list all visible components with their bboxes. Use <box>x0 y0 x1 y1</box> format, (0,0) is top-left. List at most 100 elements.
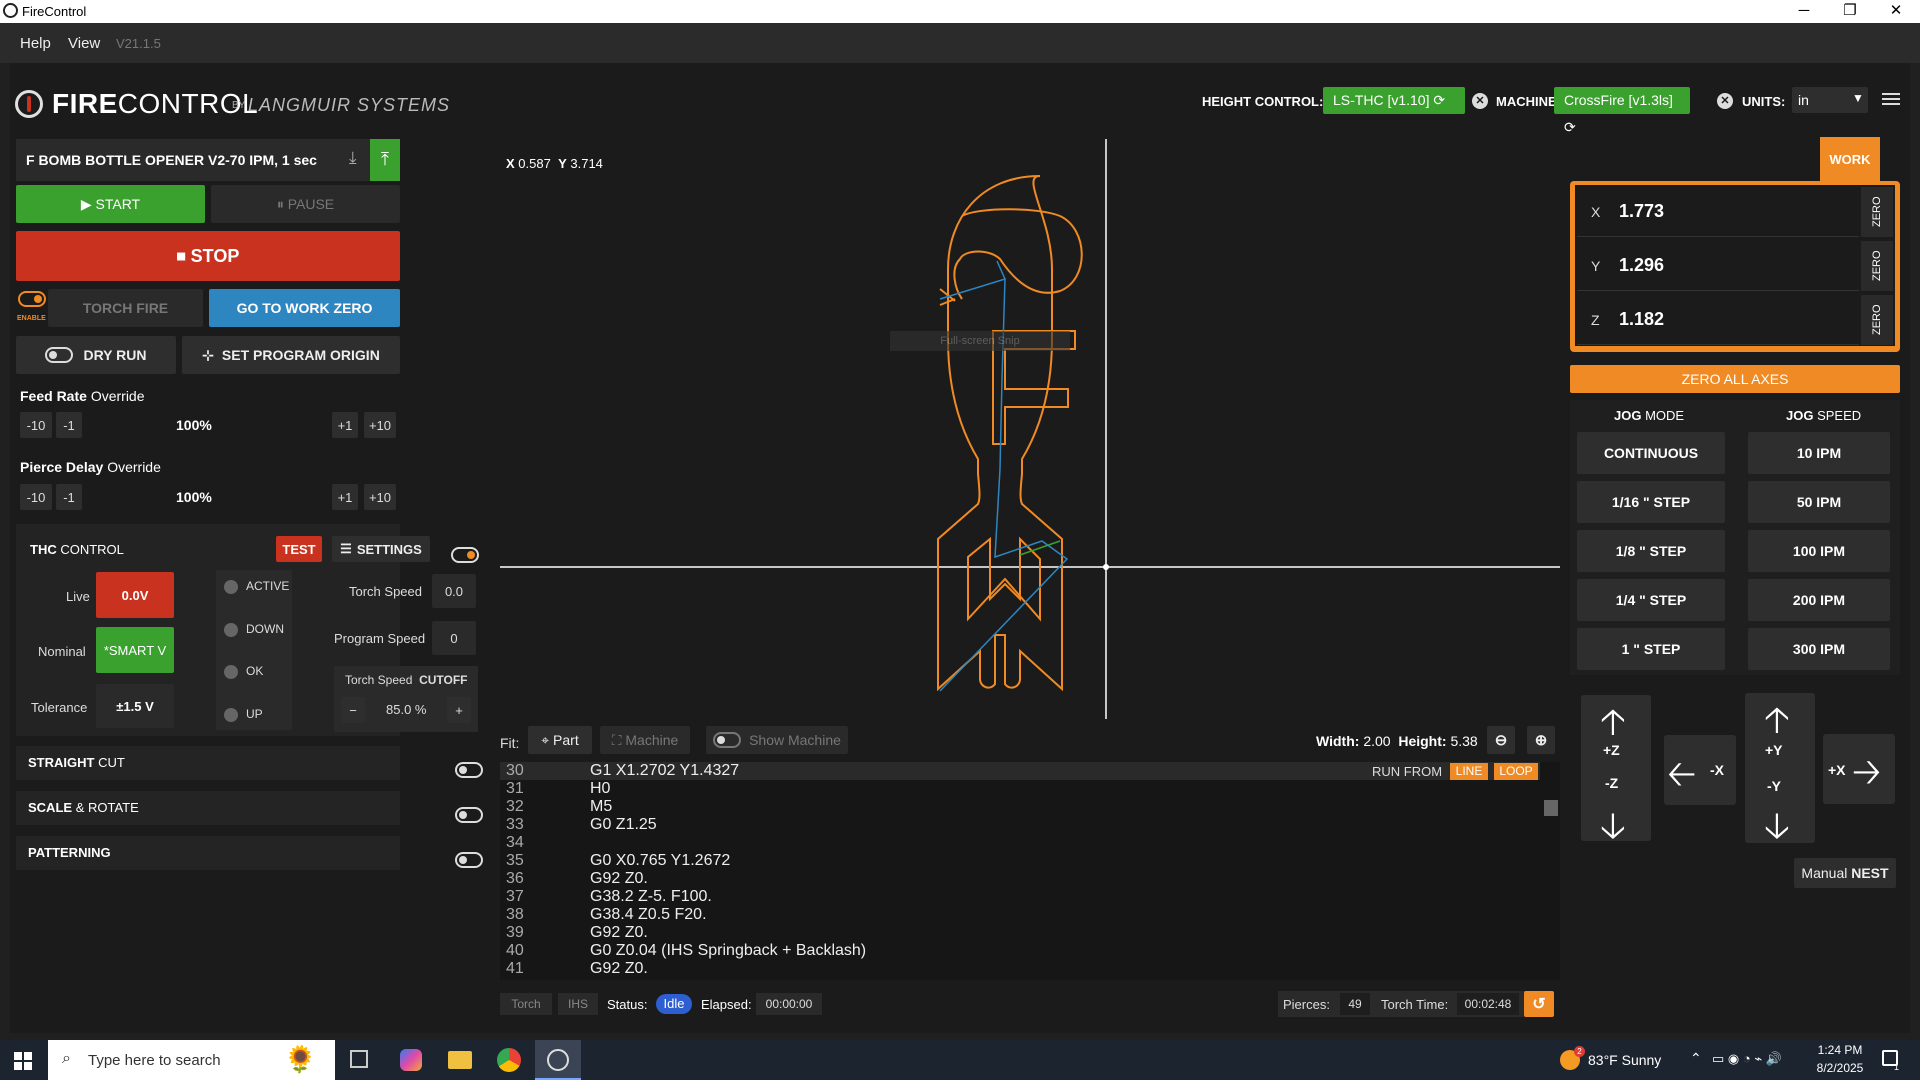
jog-speed-button[interactable]: 200 IPM <box>1748 579 1890 621</box>
toolpath-viewport[interactable]: X 0.587 Y 3.714 Full-screen Snip <box>500 139 1560 719</box>
search-box[interactable]: ⌕ Type here to search 🌻 <box>48 1040 335 1080</box>
zero-x-button[interactable]: ZERO <box>1861 187 1893 237</box>
go-to-work-zero-button[interactable]: GO TO WORK ZERO <box>209 289 400 327</box>
start-button[interactable]: ▶ START <box>16 185 205 223</box>
maximize-button[interactable]: ❐ <box>1827 0 1873 23</box>
thc-enable-toggle[interactable] <box>451 547 479 563</box>
gcode-scrollbar[interactable] <box>1544 800 1558 816</box>
fit-part-button[interactable]: ⌖ Part <box>528 726 592 754</box>
gcode-line[interactable]: 41 G92 Z0. <box>500 960 1364 978</box>
jog-speed-button[interactable]: 100 IPM <box>1748 530 1890 572</box>
tray-icons[interactable]: ▭ ◉ ◔ ⌁ 🔊 <box>1712 1051 1782 1067</box>
menu-view[interactable]: View <box>68 35 100 52</box>
copilot-icon[interactable] <box>400 1049 422 1071</box>
minimize-button[interactable]: ─ <box>1781 0 1827 23</box>
machine-badge[interactable]: CrossFire [v1.3ls] ⟳ <box>1554 87 1690 135</box>
set-program-origin-button[interactable]: ⊹ SET PROGRAM ORIGIN <box>182 336 400 374</box>
z-down-arrow-icon[interactable]: 🡣 <box>1600 800 1626 861</box>
feed-plus-1-button[interactable]: +1 <box>332 412 358 438</box>
gcode-line[interactable]: 36 G92 Z0. <box>500 870 1364 888</box>
gcode-line[interactable]: 30 G1 X1.2702 Y1.4327 <box>500 762 1364 780</box>
status-active-label: ACTIVE <box>246 579 290 593</box>
pierce-plus-1-button[interactable]: +1 <box>332 484 358 510</box>
disconnect-thc-icon[interactable]: ✕ <box>1472 93 1488 109</box>
pause-button[interactable]: ⏸ PAUSE <box>211 185 400 223</box>
feed-plus-10-button[interactable]: +10 <box>364 412 396 438</box>
gcode-line[interactable]: 39 G92 Z0. <box>500 924 1364 942</box>
zoom-out-icon[interactable]: ⊖ <box>1487 726 1515 754</box>
pierce-minus-1-button[interactable]: -1 <box>56 484 82 510</box>
jog-speed-button[interactable]: 50 IPM <box>1748 481 1890 523</box>
fit-machine-label: Machine <box>625 732 679 748</box>
dry-run-button[interactable]: DRY RUN <box>16 336 176 374</box>
app-icon <box>3 3 18 18</box>
file-explorer-icon[interactable] <box>448 1051 472 1069</box>
dro-axis-value[interactable]: 1.773 <box>1619 201 1664 222</box>
zero-z-button[interactable]: ZERO <box>1861 295 1893 345</box>
gcode-line[interactable]: 37 G38.2 Z-5. F100. <box>500 888 1364 906</box>
jog-mode-button[interactable]: CONTINUOUS <box>1577 432 1725 474</box>
stop-button[interactable]: ⏹ STOP <box>16 231 400 281</box>
zoom-in-icon[interactable]: ⊕ <box>1527 726 1555 754</box>
zero-all-axes-button[interactable]: ZERO ALL AXES <box>1570 365 1900 393</box>
run-from-line-button[interactable]: LINE <box>1450 763 1488 780</box>
gcode-panel[interactable]: RUN FROM LINE LOOP 30 G1 X1.2702 Y1.4327 3… <box>500 762 1560 980</box>
zero-y-button[interactable]: ZERO <box>1861 241 1893 291</box>
upload-icon[interactable]: ⤒ <box>370 139 400 181</box>
close-button[interactable]: ✕ <box>1873 0 1919 23</box>
scale-rotate-toggle[interactable] <box>455 807 483 823</box>
nominal-voltage-button[interactable]: *SMART V <box>96 627 174 673</box>
gcode-line[interactable]: 32 M5 <box>500 798 1364 816</box>
feed-minus-10-button[interactable]: -10 <box>20 412 52 438</box>
reset-icon[interactable]: ↺ <box>1524 991 1554 1017</box>
menu-help[interactable]: Help <box>20 35 51 52</box>
gcode-line[interactable]: 38 G38.4 Z0.5 F20. <box>500 906 1364 924</box>
y-down-arrow-icon[interactable]: 🡣 <box>1764 800 1790 861</box>
torch-fire-button[interactable]: TORCH FIRE <box>48 289 203 327</box>
thc-settings-button[interactable]: ☰ SETTINGS <box>332 536 430 562</box>
manual-nest-button[interactable]: Manual NEST <box>1794 858 1896 888</box>
gcode-line[interactable]: 33 G0 Z1.25 <box>500 816 1364 834</box>
cutoff-minus-button[interactable]: − <box>341 697 365 723</box>
patterning-toggle[interactable] <box>455 852 483 868</box>
windows-start-icon[interactable] <box>14 1052 32 1070</box>
gcode-line-number: 39 <box>506 924 524 941</box>
gcode-line[interactable]: 31 H0 <box>500 780 1364 798</box>
jog-mode-button[interactable]: 1/8 " STEP <box>1577 530 1725 572</box>
gcode-line[interactable]: 40 G0 Z0.04 (IHS Springback + Backlash) <box>500 942 1364 960</box>
units-select[interactable]: in ▼ <box>1792 87 1868 113</box>
menu-icon[interactable] <box>1882 91 1900 107</box>
work-tab[interactable]: WORK <box>1820 137 1880 181</box>
straight-cut-toggle[interactable] <box>455 762 483 778</box>
thc-status-box <box>216 570 292 730</box>
jog-mode-button[interactable]: 1 " STEP <box>1577 628 1725 670</box>
enable-toggle[interactable] <box>18 291 46 307</box>
pierce-plus-10-button[interactable]: +10 <box>364 484 396 510</box>
dro-axis-value[interactable]: 1.182 <box>1619 309 1664 330</box>
jog-mode-button[interactable]: 1/4 " STEP <box>1577 579 1725 621</box>
clock-date[interactable]: 8/2/2025 <box>1810 1061 1870 1075</box>
pierce-minus-10-button[interactable]: -10 <box>20 484 52 510</box>
cutoff-plus-button[interactable]: + <box>447 697 471 723</box>
jog-speed-button[interactable]: 10 IPM <box>1748 432 1890 474</box>
weather-text[interactable]: 83°F Sunny <box>1588 1052 1661 1068</box>
loop-button[interactable]: LOOP <box>1494 763 1538 780</box>
dro-axis-value[interactable]: 1.296 <box>1619 255 1664 276</box>
chevron-up-icon[interactable]: ⌃ <box>1690 1050 1702 1067</box>
feed-minus-1-button[interactable]: -1 <box>56 412 82 438</box>
chrome-icon[interactable] <box>497 1048 521 1072</box>
gcode-line[interactable]: 34 <box>500 834 1364 852</box>
tolerance-value[interactable]: ±1.5 V <box>96 684 174 728</box>
height-control-badge[interactable]: LS-THC [v1.10] ⟳ <box>1323 87 1465 114</box>
thc-test-button[interactable]: TEST <box>276 536 322 562</box>
task-view-icon[interactable] <box>350 1050 368 1068</box>
disconnect-machine-icon[interactable]: ✕ <box>1717 93 1733 109</box>
fit-machine-button[interactable]: ⛶ Machine <box>600 726 690 754</box>
show-machine-button[interactable]: Show Machine <box>706 726 848 754</box>
jog-speed-button[interactable]: 300 IPM <box>1748 628 1890 670</box>
download-icon[interactable]: ⤓ <box>349 148 357 168</box>
clock-time[interactable]: 1:24 PM <box>1812 1043 1868 1057</box>
firecontrol-taskbar-button[interactable] <box>535 1040 581 1080</box>
gcode-line[interactable]: 35 G0 X0.765 Y1.2672 <box>500 852 1364 870</box>
jog-mode-button[interactable]: 1/16 " STEP <box>1577 481 1725 523</box>
